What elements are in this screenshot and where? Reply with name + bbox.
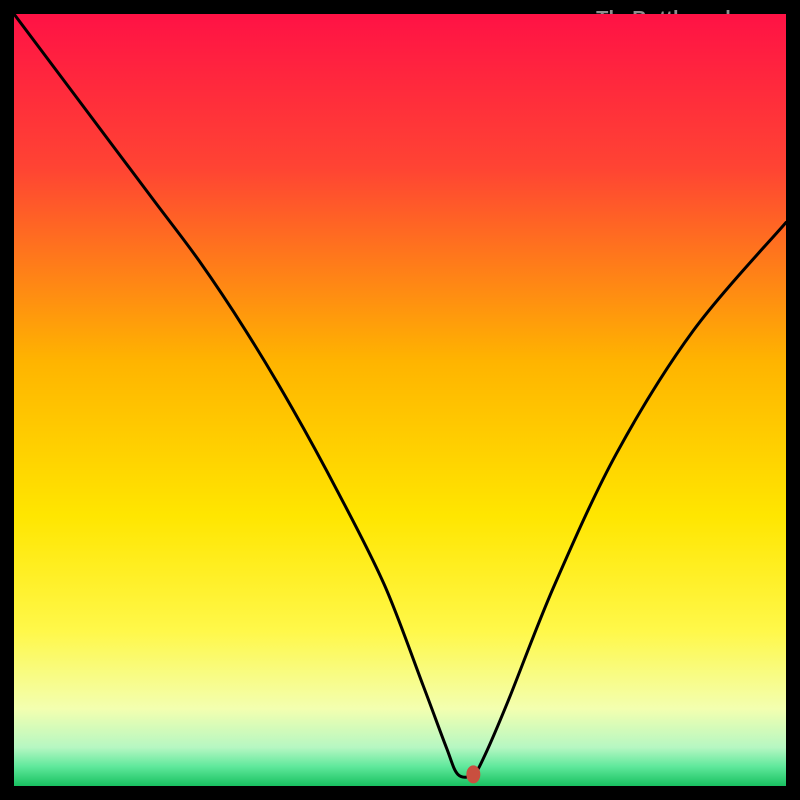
bottleneck-chart <box>14 14 786 786</box>
gradient-background <box>14 14 786 786</box>
optimum-marker <box>466 765 480 783</box>
chart-frame: TheBottleneck.com <box>14 14 786 786</box>
